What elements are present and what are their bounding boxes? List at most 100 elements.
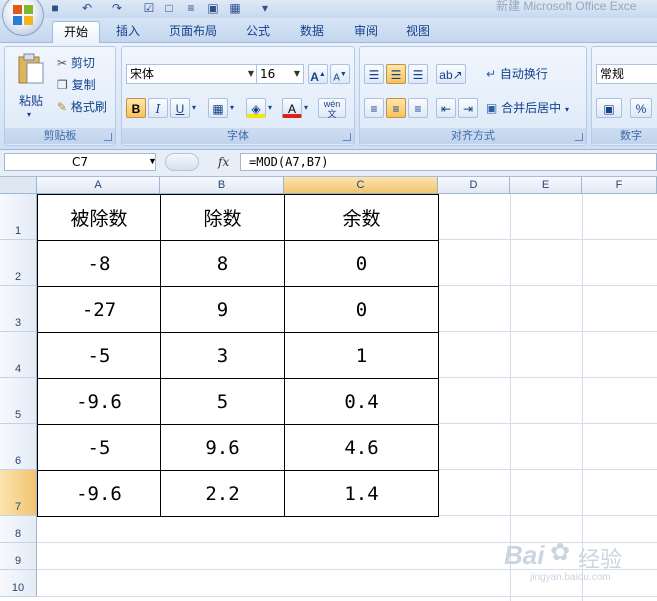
cell-a3[interactable]: -27 [37, 286, 161, 333]
orientation-button[interactable]: ab↗ [436, 64, 466, 84]
decrease-indent-button[interactable]: ⇤ [436, 98, 456, 118]
row-header-2[interactable]: 2 [0, 240, 37, 286]
format-icon[interactable]: ≡ [184, 1, 198, 15]
fill-color-button[interactable]: ◈ [246, 98, 266, 118]
cell-b1[interactable]: 除数 [160, 194, 285, 241]
cell-c3[interactable]: 0 [284, 286, 439, 333]
quick-access-icon[interactable]: ▦ [228, 1, 242, 15]
row-header-7[interactable]: 7 [0, 470, 37, 516]
column-header-e[interactable]: E [510, 177, 582, 194]
cell-a1[interactable]: 被除数 [37, 194, 161, 241]
cell-b3[interactable]: 9 [160, 286, 285, 333]
format-painter-button[interactable]: ✎ 格式刷 [57, 97, 107, 117]
row-header-10[interactable]: 10 [0, 570, 37, 597]
increase-indent-button[interactable]: ⇥ [458, 98, 478, 118]
accounting-format-button[interactable]: ▣ [596, 98, 622, 118]
dialog-launcher-icon[interactable] [104, 133, 112, 141]
formula-input[interactable]: =MOD(A7,B7) [240, 153, 657, 171]
bold-button[interactable]: B [126, 98, 146, 118]
cell-b7[interactable]: 2.2 [160, 470, 285, 517]
cell-a6[interactable]: -5 [37, 424, 161, 471]
phonetic-guide-button[interactable]: wén 文 [318, 98, 346, 119]
chevron-down-icon[interactable]: ▾ [192, 98, 196, 118]
cell-b6[interactable]: 9.6 [160, 424, 285, 471]
column-header-b[interactable]: B [160, 177, 284, 194]
font-size-combo[interactable]: 16 ▼ [256, 64, 304, 84]
percent-button[interactable]: % [630, 98, 652, 118]
cut-button[interactable]: ✂ 剪切 [57, 53, 95, 73]
align-left-button[interactable]: ≡ [364, 98, 384, 118]
undo-icon[interactable]: ↶ [80, 1, 94, 15]
italic-button[interactable]: I [148, 98, 168, 118]
customize-dropdown-icon[interactable]: ▾ [258, 1, 272, 15]
formula-bar-splitter[interactable] [165, 153, 199, 171]
column-header-d[interactable]: D [438, 177, 510, 194]
cell-a4[interactable]: -5 [37, 332, 161, 379]
copy-button[interactable]: ❐ 复制 [57, 75, 96, 95]
cell-b5[interactable]: 5 [160, 378, 285, 425]
cell-c5[interactable]: 0.4 [284, 378, 439, 425]
new-document-icon[interactable]: □ [162, 1, 176, 15]
row-header-8[interactable]: 8 [0, 516, 37, 543]
cell-c2[interactable]: 0 [284, 240, 439, 287]
alignment-group-label: 对齐方式 [360, 128, 586, 144]
tab-view[interactable]: 视图 [396, 21, 440, 42]
font-name-combo[interactable]: 宋体 ▼ [126, 64, 258, 84]
paste-button[interactable]: 粘贴 ▾ [11, 51, 49, 121]
chevron-down-icon[interactable]: ▾ [304, 98, 308, 118]
gridline [438, 515, 657, 516]
cell-c1[interactable]: 余数 [284, 194, 439, 241]
worksheet-grid[interactable]: A B C D E F 1 2 3 4 5 6 7 8 9 10 被除数 除数 … [0, 177, 657, 601]
font-color-button[interactable]: A [282, 98, 302, 118]
cell-c4[interactable]: 1 [284, 332, 439, 379]
tab-data[interactable]: 数据 [290, 21, 334, 42]
tab-insert[interactable]: 插入 [108, 21, 148, 42]
cell-a2[interactable]: -8 [37, 240, 161, 287]
cell-a7[interactable]: -9.6 [37, 470, 161, 517]
chevron-down-icon[interactable]: ▼ [148, 156, 157, 166]
row-header-9[interactable]: 9 [0, 543, 37, 570]
borders-button[interactable]: ▦ [208, 98, 228, 118]
align-top-button[interactable]: ☰ [364, 64, 384, 84]
cell-a5[interactable]: -9.6 [37, 378, 161, 425]
column-header-f[interactable]: F [582, 177, 657, 194]
row-header-4[interactable]: 4 [0, 332, 37, 378]
tab-home[interactable]: 开始 [52, 21, 100, 44]
save-icon[interactable]: ■ [48, 1, 62, 15]
tab-formulas[interactable]: 公式 [236, 21, 280, 42]
column-header-c[interactable]: C [284, 177, 438, 194]
dialog-launcher-icon[interactable] [343, 133, 351, 141]
column-header-a[interactable]: A [37, 177, 160, 194]
underline-button[interactable]: U [170, 98, 190, 118]
shrink-font-button[interactable]: A▼ [330, 64, 350, 84]
wrap-text-button[interactable]: ↵ 自动换行 [486, 64, 548, 84]
insert-function-icon[interactable]: fx [218, 155, 229, 169]
chevron-down-icon[interactable]: ▾ [230, 98, 234, 118]
chevron-down-icon: ▾ [27, 110, 32, 119]
tab-page-layout[interactable]: 页面布局 [160, 21, 226, 42]
camera-icon[interactable]: ▣ [206, 1, 220, 15]
grow-font-button[interactable]: A▲ [308, 64, 328, 84]
align-right-button[interactable]: ≡ [408, 98, 428, 118]
number-format-combo[interactable]: 常规 [596, 64, 657, 84]
row-header-6[interactable]: 6 [0, 424, 37, 470]
merge-center-button[interactable]: ▣ 合并后居中 ▾ [486, 98, 569, 118]
row-header-3[interactable]: 3 [0, 286, 37, 332]
row-header-5[interactable]: 5 [0, 378, 37, 424]
tab-review[interactable]: 审阅 [344, 21, 388, 42]
formula-bar: C7 ▼ fx =MOD(A7,B7) [0, 150, 657, 177]
align-center-button[interactable]: ≡ [386, 98, 406, 118]
cell-b4[interactable]: 3 [160, 332, 285, 379]
name-box[interactable]: C7 [4, 153, 156, 171]
cell-b2[interactable]: 8 [160, 240, 285, 287]
dialog-launcher-icon[interactable] [575, 133, 583, 141]
print-preview-icon[interactable]: ☑ [142, 1, 156, 15]
align-bottom-button[interactable]: ☰ [408, 64, 428, 84]
select-all-corner[interactable] [0, 177, 37, 194]
align-middle-button[interactable]: ☰ [386, 64, 406, 84]
cell-c6[interactable]: 4.6 [284, 424, 439, 471]
redo-icon[interactable]: ↷ [110, 1, 124, 15]
chevron-down-icon[interactable]: ▾ [268, 98, 272, 118]
cell-c7[interactable]: 1.4 [284, 470, 439, 517]
row-header-1[interactable]: 1 [0, 194, 37, 240]
